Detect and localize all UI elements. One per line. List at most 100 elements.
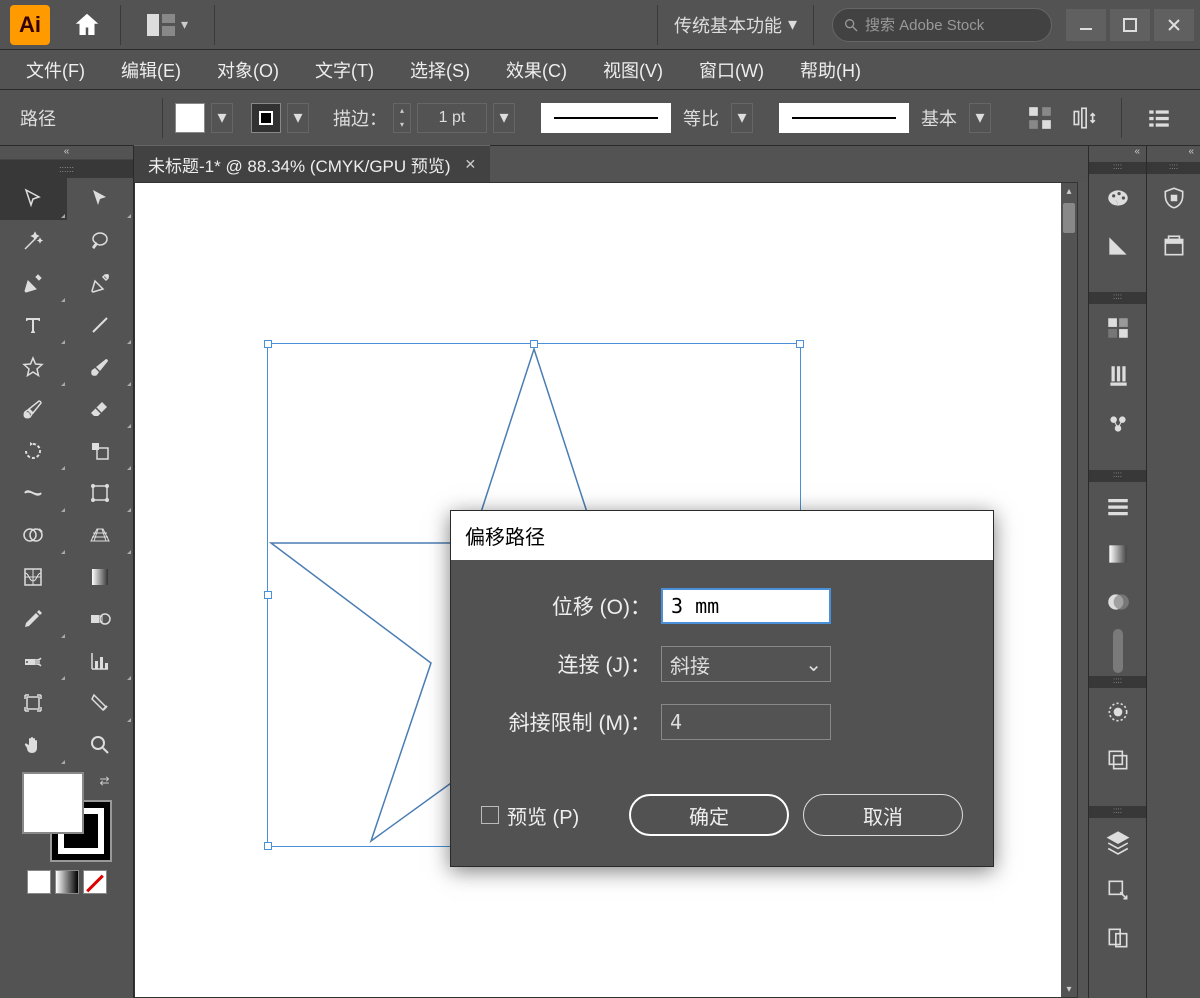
gradient-tool[interactable] [67,556,134,598]
brush-preview[interactable] [779,103,909,133]
resize-handle[interactable] [264,340,272,348]
menu-effect[interactable]: 效果(C) [490,53,583,87]
artboard-tool[interactable] [0,682,67,724]
blob-brush-tool[interactable] [0,388,67,430]
ok-button[interactable]: 确定 [629,794,789,836]
expand-panels-button[interactable]: « [1089,146,1146,162]
panel-drag-handle[interactable]: :::: [1089,162,1146,174]
artboards-panel-button[interactable] [1089,914,1146,962]
panel-drag-handle[interactable]: :::: [1089,676,1146,688]
fill-swatch[interactable] [175,103,205,133]
tools-drag-handle[interactable]: :::::: [0,160,133,178]
workspace-selector[interactable]: 传统基本功能 ▾ [664,8,807,42]
width-tool[interactable] [0,472,67,514]
properties-panel-button[interactable] [1147,174,1200,222]
eyedropper-tool[interactable] [0,598,67,640]
transparency-panel-button[interactable] [1089,578,1146,626]
blend-tool[interactable] [67,598,134,640]
panel-scrollbar[interactable] [1089,626,1146,676]
hand-tool[interactable] [0,724,67,766]
maximize-button[interactable] [1110,9,1150,41]
resize-handle[interactable] [264,591,272,599]
stroke-weight-stepper[interactable]: ▴▾ [393,103,411,133]
libraries-panel-button[interactable] [1147,222,1200,270]
width-profile-dropdown[interactable]: ▾ [731,103,753,133]
magic-wand-tool[interactable] [0,220,67,262]
asset-export-panel-button[interactable] [1089,866,1146,914]
selection-tool[interactable] [0,178,67,220]
color-mode-solid[interactable] [27,870,51,894]
color-mode-none[interactable] [83,870,107,894]
scroll-up-arrow[interactable]: ▴ [1061,183,1077,199]
lasso-tool[interactable] [67,220,134,262]
join-select[interactable]: 斜接 ⌄ [661,646,831,682]
shape-builder-tool[interactable] [0,514,67,556]
free-transform-tool[interactable] [67,472,134,514]
shape-tool[interactable] [0,346,67,388]
document-tab[interactable]: 未标题-1* @ 88.34% (CMYK/GPU 预览) ✕ [134,145,490,183]
perspective-grid-tool[interactable] [67,514,134,556]
menu-type[interactable]: 文字(T) [299,53,390,87]
symbol-sprayer-tool[interactable] [0,640,67,682]
line-tool[interactable] [67,304,134,346]
miter-limit-input[interactable] [661,704,831,740]
resize-handle[interactable] [796,340,804,348]
scale-tool[interactable] [67,430,134,472]
color-panel-button[interactable] [1089,174,1146,222]
panel-drag-handle[interactable]: :::: [1089,292,1146,304]
control-panel-menu-icon[interactable] [1146,105,1172,131]
resize-handle[interactable] [264,842,272,850]
opacity-icon[interactable] [1027,105,1053,131]
swap-colors-icon[interactable]: ⇄ [99,774,109,788]
scroll-down-arrow[interactable]: ▾ [1061,981,1077,997]
symbols-panel-button[interactable] [1089,400,1146,448]
menu-file[interactable]: 文件(F) [10,53,101,87]
stroke-panel-button[interactable] [1089,482,1146,530]
curvature-tool[interactable] [67,262,134,304]
graphic-styles-panel-button[interactable] [1089,736,1146,784]
minimize-button[interactable] [1066,9,1106,41]
slice-tool[interactable] [67,682,134,724]
gradient-panel-button[interactable] [1089,530,1146,578]
menu-edit[interactable]: 编辑(E) [105,53,197,87]
menu-object[interactable]: 对象(O) [201,53,295,87]
type-tool[interactable] [0,304,67,346]
paintbrush-tool[interactable] [67,346,134,388]
rotate-tool[interactable] [0,430,67,472]
panel-drag-handle[interactable]: :::: [1147,162,1200,174]
zoom-tool[interactable] [67,724,134,766]
eraser-tool[interactable] [67,388,134,430]
stroke-swatch[interactable] [251,103,281,133]
swatches-panel-button[interactable] [1089,304,1146,352]
offset-input[interactable] [661,588,831,624]
menu-view[interactable]: 视图(V) [587,53,679,87]
fill-color-swatch[interactable] [22,772,84,834]
resize-handle[interactable] [530,340,538,348]
align-icon[interactable] [1071,105,1097,131]
brushes-panel-button[interactable] [1089,352,1146,400]
panel-drag-handle[interactable]: :::: [1089,470,1146,482]
stroke-weight-dropdown[interactable]: ▾ [493,103,515,133]
pen-tool[interactable] [0,262,67,304]
stroke-weight-input[interactable] [417,103,487,133]
home-icon[interactable] [72,10,102,40]
scrollbar-thumb[interactable] [1063,203,1075,233]
vertical-scrollbar[interactable]: ▴ ▾ [1061,183,1077,997]
menu-help[interactable]: 帮助(H) [784,53,877,87]
close-icon[interactable]: ✕ [465,156,477,173]
mesh-tool[interactable] [0,556,67,598]
fill-dropdown[interactable]: ▾ [211,103,233,133]
color-guide-panel-button[interactable] [1089,222,1146,270]
preview-checkbox[interactable]: 预览 (P) [481,801,579,830]
graph-tool[interactable] [67,640,134,682]
width-profile-preview[interactable] [541,103,671,133]
panel-drag-handle[interactable]: :::: [1089,806,1146,818]
arrange-docs-button[interactable]: ▾ [147,14,188,36]
stroke-dropdown[interactable]: ▾ [287,103,309,133]
cancel-button[interactable]: 取消 [803,794,963,836]
layers-panel-button[interactable] [1089,818,1146,866]
menu-select[interactable]: 选择(S) [394,53,486,87]
brush-dropdown[interactable]: ▾ [969,103,991,133]
expand-panels-button[interactable]: « [1147,146,1200,162]
menu-window[interactable]: 窗口(W) [683,53,780,87]
